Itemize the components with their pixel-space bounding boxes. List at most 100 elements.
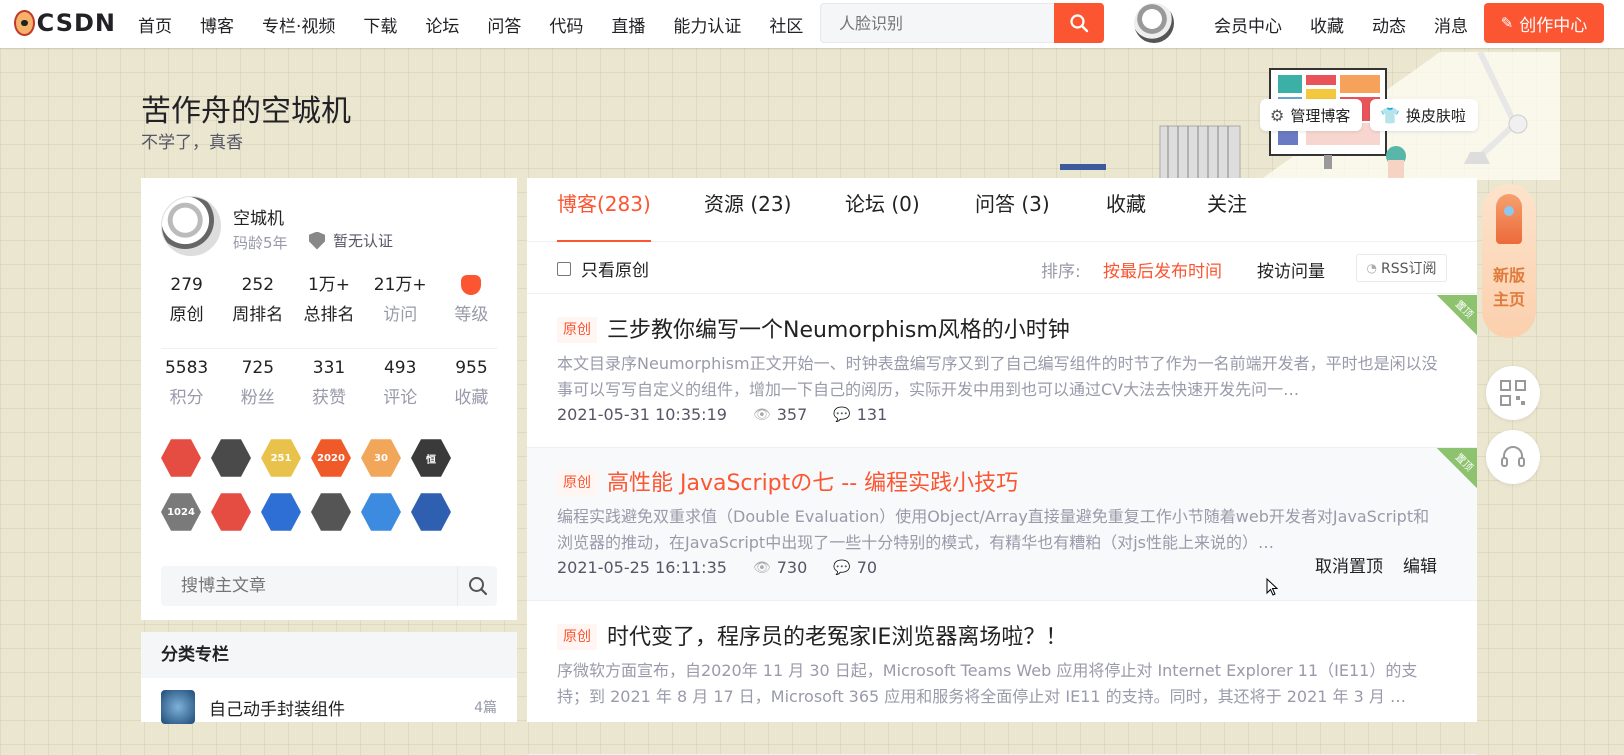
qrcode-button[interactable]: [1486, 366, 1540, 420]
stat-total-rank[interactable]: 1万+ 总排名: [293, 272, 364, 330]
rss-button[interactable]: ◔ RSS订阅: [1356, 254, 1447, 282]
stat-visits[interactable]: 21万+ 访问: [365, 272, 436, 330]
medal-badge-icon[interactable]: [311, 493, 351, 531]
create-center-button[interactable]: ✎ 创作中心: [1484, 3, 1604, 43]
user-avatar[interactable]: [1134, 3, 1174, 43]
pen-icon: ✎: [1500, 14, 1514, 32]
tab-blog[interactable]: 博客(283): [557, 178, 651, 242]
pen-badge-icon[interactable]: [211, 493, 251, 531]
original-tag: 原创: [557, 317, 597, 343]
nav-item-live[interactable]: 直播: [611, 12, 645, 37]
251-badge-icon[interactable]: 251: [261, 439, 301, 477]
article-comments: 70: [856, 558, 878, 577]
pinned-corner-badge: 置顶: [1437, 448, 1477, 488]
article-comments: 131: [856, 405, 888, 424]
stat-likes[interactable]: 331 获赞: [293, 355, 364, 413]
article-title[interactable]: 时代变了，程序员的老冤家IE浏览器离场啦？！: [607, 619, 1067, 651]
30-badge-icon[interactable]: 30: [361, 439, 401, 477]
sort-by-latest[interactable]: 按最后发布时间: [1103, 257, 1222, 282]
monkey-badge-icon[interactable]: [161, 439, 201, 477]
new-homepage-label: 新版主页: [1492, 266, 1525, 309]
messages-link[interactable]: 消息: [1434, 12, 1468, 37]
activity-link[interactable]: 动态: [1372, 12, 1406, 37]
edit-button[interactable]: 编辑: [1403, 552, 1437, 577]
stat-collections[interactable]: 955 收藏: [436, 355, 507, 413]
unpin-button[interactable]: 取消置顶: [1315, 552, 1383, 577]
1024-badge-icon[interactable]: 1024: [161, 493, 201, 531]
blogger-search-input[interactable]: [161, 566, 451, 606]
stat-value: 1万+: [307, 275, 351, 295]
stats-divider: [161, 348, 497, 349]
profile-name[interactable]: 空城机: [233, 204, 284, 229]
nav-item-column-video[interactable]: 专栏·视频: [262, 12, 335, 37]
change-skin-button[interactable]: 👕 换皮肤啦: [1370, 99, 1478, 131]
stat-value: 279: [170, 275, 203, 295]
stat-label: 粉丝: [240, 388, 275, 408]
nav-item-forum[interactable]: 论坛: [425, 12, 459, 37]
rss-label: RSS订阅: [1380, 261, 1437, 277]
stat-original[interactable]: 279 原创: [151, 272, 222, 330]
tab-forum[interactable]: 论坛 (0): [845, 178, 920, 242]
gear-icon: ⚙: [1270, 105, 1285, 125]
change-skin-label: 换皮肤啦: [1405, 106, 1466, 125]
manage-blog-button[interactable]: ⚙ 管理博客: [1260, 99, 1363, 131]
favorites-link[interactable]: 收藏: [1310, 12, 1344, 37]
2020-badge-icon[interactable]: 2020: [311, 439, 351, 477]
article-actions: 取消置顶 编辑: [1295, 552, 1437, 577]
category-thumbnail: [161, 690, 195, 724]
nav-item-code[interactable]: 代码: [549, 12, 583, 37]
blog-title: 苦作舟的空城机: [141, 94, 351, 129]
tab-following[interactable]: 关注: [1207, 178, 1247, 242]
csdn-logo[interactable]: CSDN: [14, 8, 116, 38]
content-tabs: 博客(283) 资源 (23) 论坛 (0) 问答 (3) 收藏 关注: [527, 178, 1477, 242]
shirt-icon: 👕: [1380, 105, 1400, 125]
stat-weekly-rank[interactable]: 252 周排名: [222, 272, 293, 330]
member-center-link[interactable]: 会员中心: [1214, 12, 1282, 37]
sort-by-views[interactable]: 按访问量: [1257, 257, 1325, 282]
tab-qa[interactable]: 问答 (3): [975, 178, 1050, 242]
tab-favorites[interactable]: 收藏: [1106, 178, 1146, 242]
article-item[interactable]: 原创 高性能 JavaScriptの七 -- 编程实践小技巧 编程实践避免双重求…: [527, 448, 1477, 601]
new-homepage-button[interactable]: 新版主页: [1482, 184, 1536, 338]
article-summary[interactable]: 本文目录序Neumorphism正文开始一、时钟表盘编写序又到了自己编写组件的时…: [557, 351, 1442, 403]
article-item[interactable]: 原创 时代变了，程序员的老冤家IE浏览器离场啦？！ 序微软方面宣布，自2020年…: [527, 602, 1477, 755]
stat-comments[interactable]: 493 评论: [365, 355, 436, 413]
profile-avatar[interactable]: [161, 196, 221, 256]
filter-bar: 只看原创 排序: 按最后发布时间 按访问量 ◔ RSS订阅: [527, 242, 1477, 294]
stat-level[interactable]: 等级: [436, 272, 507, 330]
stat-label: 获赞: [312, 388, 346, 408]
tab-resources[interactable]: 资源 (23): [704, 178, 791, 242]
nav-item-certification[interactable]: 能力认证: [673, 12, 741, 37]
original-only-toggle[interactable]: 只看原创: [557, 256, 649, 281]
nav-item-qa[interactable]: 问答: [487, 12, 521, 37]
nav-item-blog[interactable]: 博客: [200, 12, 234, 37]
article-views: 730: [776, 558, 808, 577]
article-title[interactable]: 高性能 JavaScriptの七 -- 编程实践小技巧: [607, 465, 1018, 497]
article-title[interactable]: 三步教你编写一个Neumorphism风格的小时钟: [607, 312, 1070, 344]
rocket-badge-icon[interactable]: [411, 493, 451, 531]
search-icon: [468, 577, 487, 596]
original-only-checkbox[interactable]: [557, 261, 571, 276]
flag-badge-icon[interactable]: [261, 493, 301, 531]
github-badge-icon[interactable]: [211, 439, 251, 477]
blogger-search-button[interactable]: [457, 566, 497, 606]
heng-badge-icon[interactable]: 恒: [411, 439, 451, 477]
stat-points[interactable]: 5583 积分: [151, 355, 222, 413]
nav-item-home[interactable]: 首页: [138, 12, 172, 37]
nav-item-download[interactable]: 下载: [363, 12, 397, 37]
main-nav: 首页 博客 专栏·视频 下载 论坛 问答 代码 直播 能力认证 社区: [138, 0, 831, 48]
article-summary[interactable]: 序微软方面宣布，自2020年 11 月 30 日起，Microsoft Team…: [557, 658, 1442, 710]
article-summary[interactable]: 编程实践避免双重求值（Double Evaluation）使用Object/Ar…: [557, 504, 1442, 556]
top-navbar: CSDN 首页 博客 专栏·视频 下载 论坛 问答 代码 直播 能力认证 社区 …: [0, 0, 1624, 48]
astronaut-badge-icon[interactable]: [361, 493, 401, 531]
original-only-label: 只看原创: [581, 261, 649, 281]
stat-fans[interactable]: 725 粉丝: [222, 355, 293, 413]
article-item[interactable]: 原创 三步教你编写一个Neumorphism风格的小时钟 本文目录序Neumor…: [527, 295, 1477, 448]
category-item[interactable]: 自己动手封装组件 4篇: [161, 690, 497, 724]
global-search-button[interactable]: [1054, 3, 1104, 43]
stats-row-2: 5583 积分 725 粉丝 331 获赞 493 评论 955 收藏: [151, 355, 507, 413]
customer-service-button[interactable]: [1486, 430, 1540, 484]
original-tag: 原创: [557, 470, 597, 496]
stat-label: 访问: [383, 305, 418, 325]
nav-item-community[interactable]: 社区: [769, 12, 803, 37]
